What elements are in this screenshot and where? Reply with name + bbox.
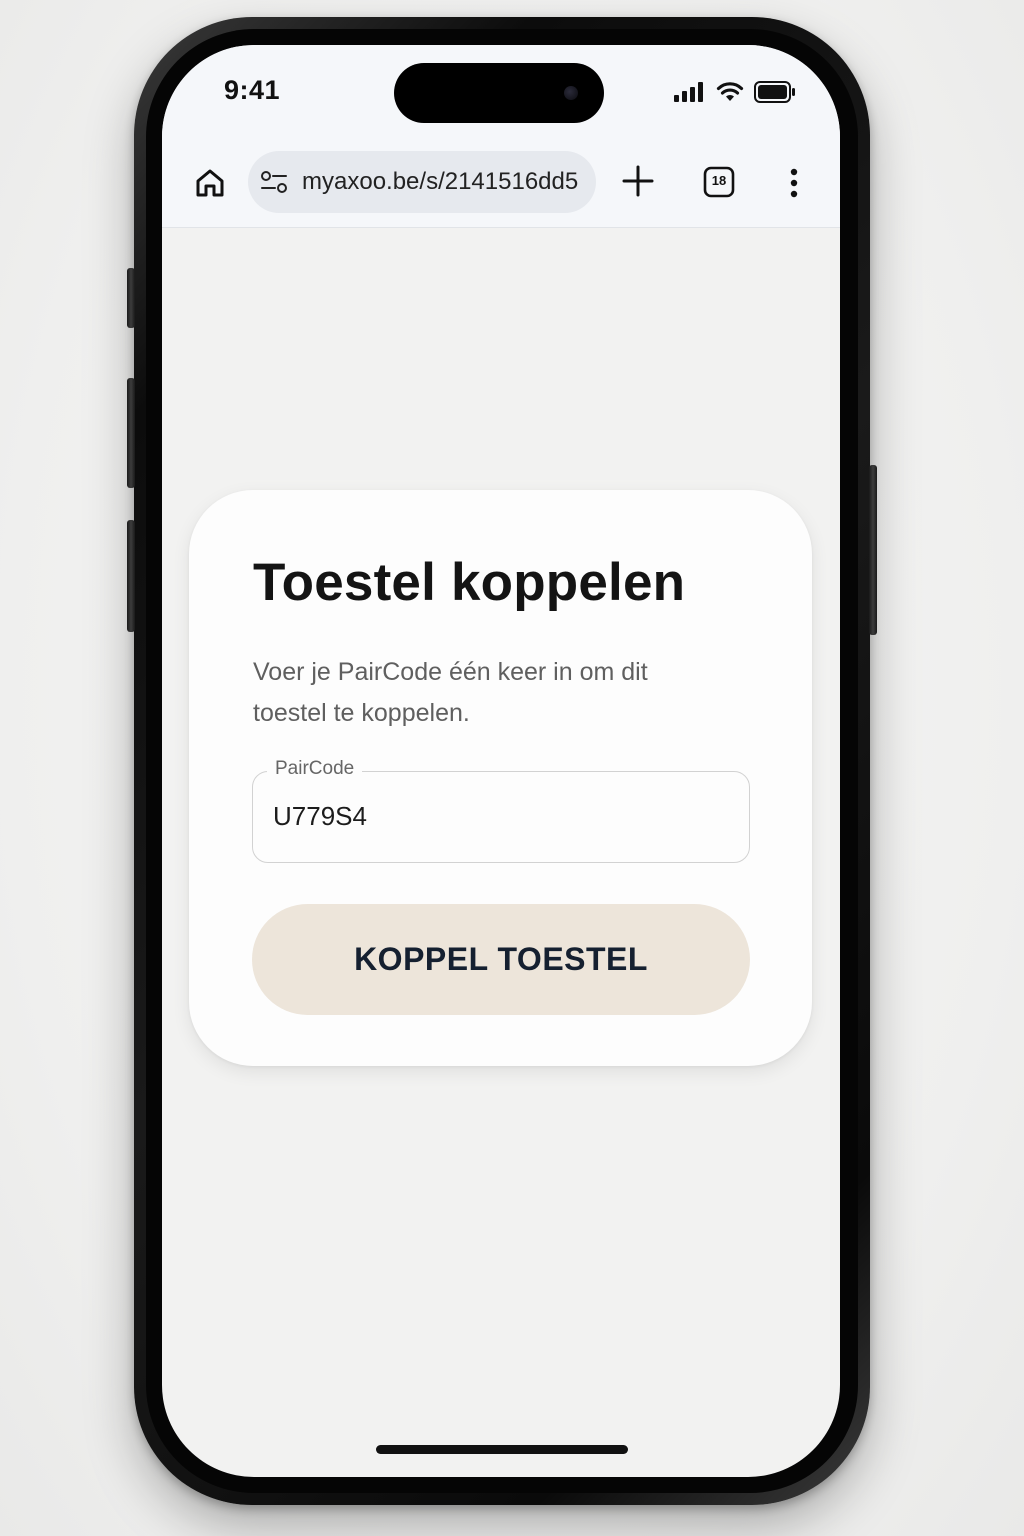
paircode-field[interactable]: PairCode	[252, 758, 750, 863]
home-icon	[196, 169, 224, 197]
plus-icon[interactable]	[618, 161, 658, 201]
wifi-icon	[716, 82, 744, 101]
url-text: myaxoo.be/s/2141516dd5	[302, 168, 579, 195]
home-indicator	[376, 1445, 628, 1454]
address-bar[interactable]: myaxoo.be/s/2141516dd5	[248, 151, 596, 213]
pair-device-button[interactable]: KOPPEL TOESTEL	[252, 904, 750, 1015]
stage: 9:41 myaxoo.be/s/2141516dd5 18 Toestel k…	[0, 0, 1024, 1536]
card-description: Voer je PairCode één keer in om dit toes…	[253, 658, 648, 727]
tabs-button[interactable]: 18	[702, 165, 736, 199]
browser-toolbar: myaxoo.be/s/2141516dd5 18	[162, 143, 840, 228]
cellular-signal-icon	[674, 82, 703, 102]
status-time: 9:41	[224, 75, 281, 105]
paircode-input[interactable]	[273, 796, 723, 836]
camera-icon	[564, 86, 578, 100]
home-button[interactable]	[190, 163, 230, 203]
site-settings-icon[interactable]	[260, 169, 288, 195]
tab-count: 18	[711, 173, 727, 188]
paircode-label: PairCode	[267, 758, 363, 780]
power-button	[869, 465, 877, 635]
status-icons	[674, 79, 796, 105]
status-bar: 9:41	[162, 45, 840, 143]
page-title: Toestel koppelen	[253, 553, 686, 612]
pair-card: Toestel koppelen Voer je PairCode één ke…	[189, 490, 812, 1066]
action-button	[127, 268, 135, 328]
more-vert-icon[interactable]	[780, 163, 808, 203]
volume-up-button	[127, 378, 135, 488]
battery-icon	[754, 81, 795, 103]
screen: 9:41 myaxoo.be/s/2141516dd5 18 Toestel k…	[162, 45, 840, 1477]
volume-down-button	[127, 520, 135, 632]
dynamic-island	[394, 63, 604, 123]
